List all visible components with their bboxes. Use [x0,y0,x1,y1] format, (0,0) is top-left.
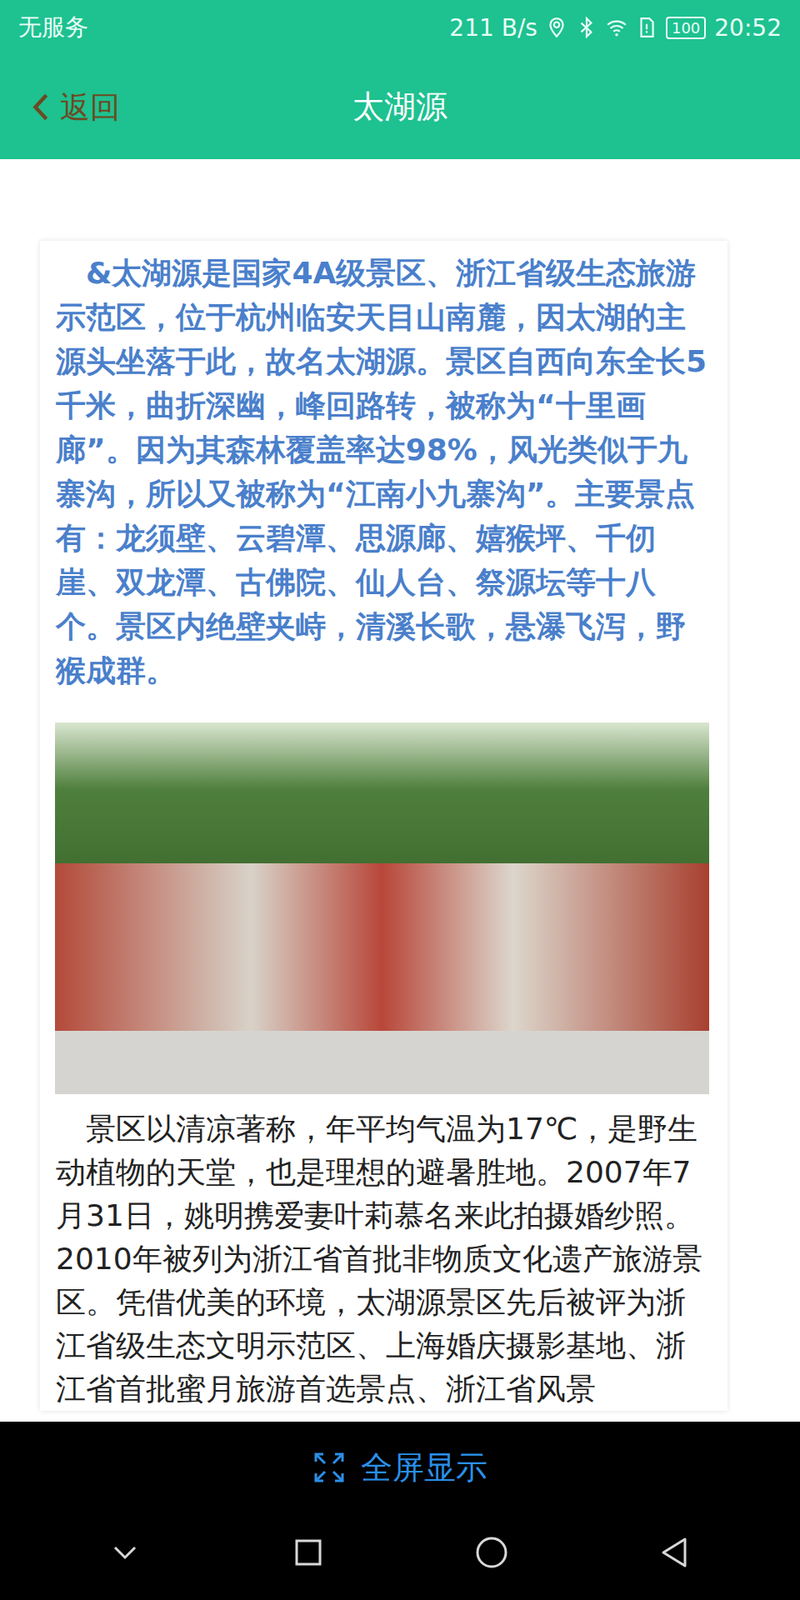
back-button[interactable]: 返回 [31,86,120,128]
content: &太湖源是国家4A级景区、浙江省级生态旅游示范区，位于杭州临安天目山南麓，因太湖… [0,159,800,1422]
clock: 20:52 [714,14,782,42]
location-icon [545,16,568,39]
chevron-left-icon [31,91,50,124]
system-nav [0,1513,800,1600]
back-label: 返回 [60,86,120,128]
bottom-bar: 全屏显示 [0,1421,800,1600]
fullscreen-label: 全屏显示 [360,1446,488,1490]
body-paragraph: 景区以清凉著称，年平均气温为17℃，是野生动植物的天堂，也是理想的避暑胜地。20… [55,1107,710,1411]
wifi-icon [605,16,628,39]
carrier-text: 无服务 [18,11,89,44]
expand-icon [312,1450,346,1485]
status-icons: 211 B/s 100 20:52 [449,14,782,42]
back-triangle-icon[interactable] [658,1535,692,1570]
nav-bar: 返回 太湖源 [0,55,800,160]
screen: 无服务 211 B/s 100 20:52 返回 太湖源 &太湖源是国家4A级景… [0,0,800,1600]
battery-indicator: 100 [665,16,706,40]
header: 无服务 211 B/s 100 20:52 返回 太湖源 [0,0,800,160]
status-bar: 无服务 211 B/s 100 20:52 [0,0,800,55]
fullscreen-button[interactable]: 全屏显示 [0,1421,800,1514]
home-circle-icon[interactable] [475,1535,509,1570]
network-speed: 211 B/s [449,14,538,42]
chevron-down-icon[interactable] [108,1535,142,1570]
photo [55,722,710,1095]
article-card: &太湖源是国家4A级景区、浙江省级生态旅游示范区，位于杭州临安天目山南麓，因太湖… [40,240,728,1411]
page-title: 太湖源 [352,85,448,129]
intro-paragraph: &太湖源是国家4A级景区、浙江省级生态旅游示范区，位于杭州临安天目山南麓，因太湖… [55,250,710,693]
bluetooth-icon [575,16,598,39]
sim-alert-icon [635,16,658,39]
recents-square-icon[interactable] [291,1535,325,1570]
